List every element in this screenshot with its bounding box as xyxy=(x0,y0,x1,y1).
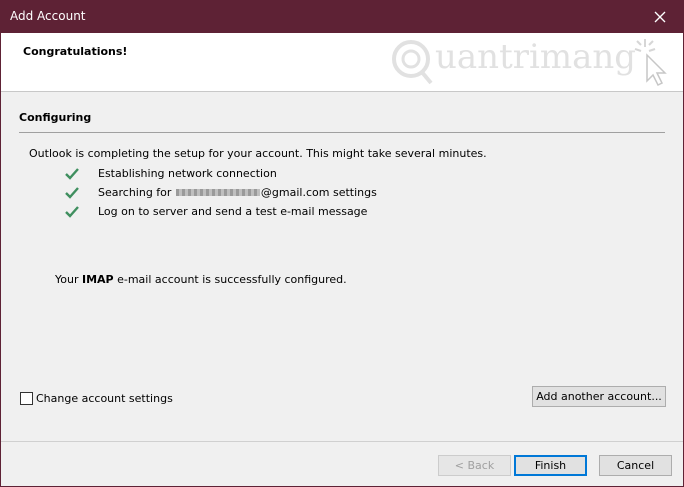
section-divider xyxy=(19,132,665,133)
result-message: Your IMAP e-mail account is successfully… xyxy=(55,273,347,286)
section-title: Configuring xyxy=(19,111,92,124)
watermark-q-icon xyxy=(392,40,433,85)
header-title: Congratulations! xyxy=(23,45,128,58)
header-panel: Congratulations! uantrimang xyxy=(1,33,683,92)
watermark-text: uantrimang xyxy=(435,37,637,77)
window-title: Add Account xyxy=(10,9,86,23)
change-account-settings-label[interactable]: Change account settings xyxy=(36,392,173,405)
footer-divider xyxy=(1,441,683,442)
title-bar: Add Account xyxy=(1,1,683,33)
add-account-dialog: Add Account Congratulations! uantrimang xyxy=(0,0,684,487)
step-label: Searching for @gmail.com settings xyxy=(98,186,377,199)
step-label-prefix: Searching for xyxy=(98,186,175,199)
back-button[interactable]: < Back xyxy=(438,455,511,476)
result-suffix: e-mail account is successfully configure… xyxy=(113,273,347,286)
intro-text: Outlook is completing the setup for your… xyxy=(29,147,487,160)
result-account-type: IMAP xyxy=(81,273,114,286)
cancel-button[interactable]: Cancel xyxy=(599,455,672,476)
close-icon xyxy=(654,11,666,23)
change-account-settings-checkbox[interactable] xyxy=(20,392,33,405)
add-another-account-button[interactable]: Add another account... xyxy=(532,386,666,407)
step-label: Establishing network connection xyxy=(98,167,277,180)
watermark-logo: uantrimang xyxy=(383,33,673,91)
step-label: Log on to server and send a test e-mail … xyxy=(98,205,368,218)
finish-button[interactable]: Finish xyxy=(514,455,587,476)
checkmark-icon xyxy=(65,168,79,180)
cursor-sparkle-icon xyxy=(634,39,667,87)
redacted-email xyxy=(175,189,260,196)
checkmark-icon xyxy=(65,187,79,199)
checkmark-icon xyxy=(65,206,79,218)
close-button[interactable] xyxy=(637,1,683,33)
result-prefix: Your xyxy=(55,273,82,286)
step-label-suffix: @gmail.com settings xyxy=(260,186,377,199)
